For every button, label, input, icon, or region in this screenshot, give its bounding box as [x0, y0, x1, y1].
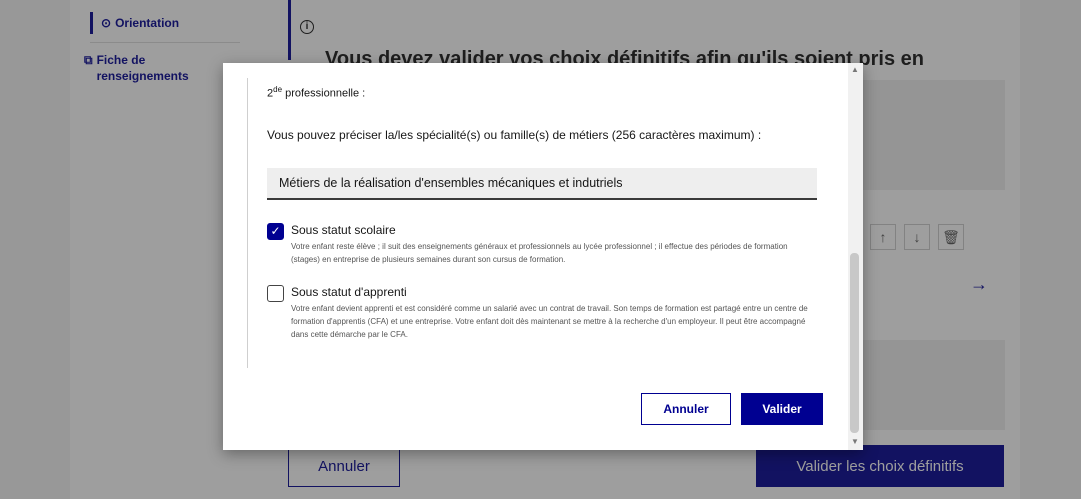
modal-cancel-button[interactable]: Annuler	[641, 393, 731, 425]
option-description: Votre enfant reste élève ; il suit des e…	[291, 242, 788, 264]
modal-left-rule	[247, 78, 248, 368]
scrollbar-thumb[interactable]	[850, 253, 859, 433]
specialty-prompt: Vous pouvez préciser la/les spécialité(s…	[267, 128, 762, 142]
level-label: 2de professionnelle :	[267, 85, 366, 100]
modal-submit-button[interactable]: Valider	[741, 393, 823, 425]
modal-scrollbar[interactable]: ▲ ▼	[848, 63, 863, 450]
specialty-input[interactable]	[267, 168, 817, 200]
scroll-down-icon[interactable]: ▼	[851, 437, 859, 446]
scroll-up-icon[interactable]: ▲	[851, 65, 859, 74]
option-description: Votre enfant devient apprenti et est con…	[291, 304, 808, 339]
option-title: Sous statut d'apprenti	[291, 285, 407, 299]
choice-modal: 2de professionnelle : Vous pouvez précis…	[223, 63, 863, 450]
checkbox-apprenti[interactable]	[267, 285, 284, 302]
option-title: Sous statut scolaire	[291, 223, 396, 237]
checkbox-scolaire[interactable]: ✓	[267, 223, 284, 240]
